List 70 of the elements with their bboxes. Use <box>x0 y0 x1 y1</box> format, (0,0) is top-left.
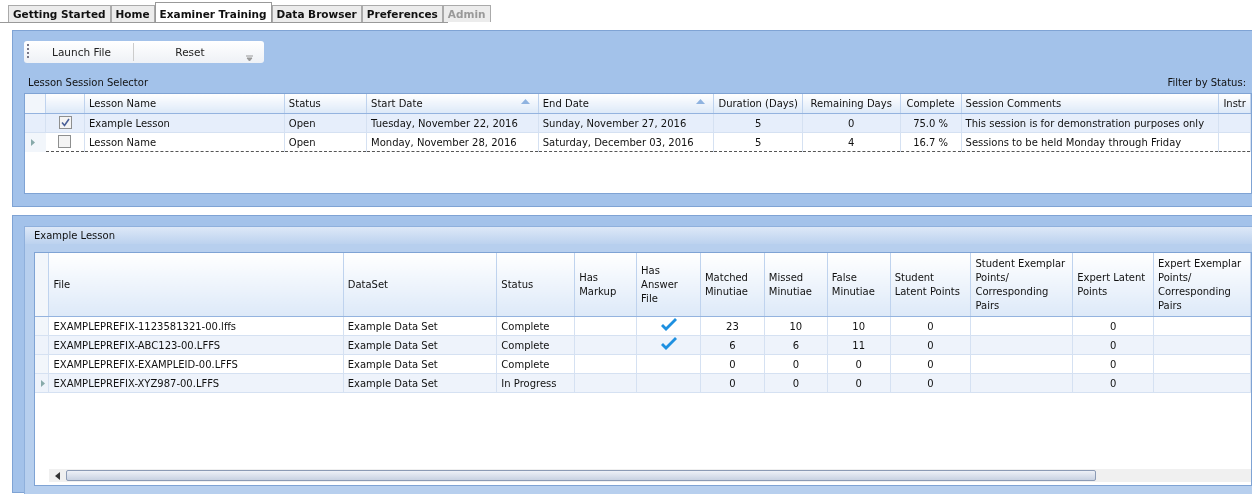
section-title: Lesson Session Selector <box>28 77 148 89</box>
table-cell: 10 <box>852 320 866 332</box>
table-cell: 0 <box>927 320 934 332</box>
current-row-icon <box>41 379 45 387</box>
table-cell: 0 <box>792 377 799 389</box>
table-cell: 6 <box>729 339 736 351</box>
table-cell: Complete <box>501 339 550 351</box>
table-cell: 0 <box>1109 377 1117 389</box>
checkbox[interactable] <box>58 134 72 148</box>
table-cell: Example Data Set <box>347 377 438 389</box>
table-cell: Lesson Name <box>88 136 157 148</box>
table-cell: Tuesday, November 22, 2016 <box>371 117 518 129</box>
toolbar-button[interactable]: Reset <box>134 43 246 61</box>
table-cell: 16.7 % <box>913 136 949 148</box>
overflow-icon[interactable] <box>246 55 253 61</box>
table-cell: 4 <box>848 136 855 148</box>
table-cell: EXAMPLEPREFIX-ABC123-00.LFFS <box>53 339 221 351</box>
table-cell: Example Data Set <box>347 339 438 351</box>
table-cell: 0 <box>792 358 799 370</box>
grip-icon <box>27 44 30 60</box>
table-cell: Complete <box>501 320 550 332</box>
table-cell: 0 <box>855 358 862 370</box>
table-cell: Monday, November 28, 2016 <box>371 136 517 148</box>
table-cell: Open <box>288 117 316 129</box>
table-cell: 0 <box>927 377 934 389</box>
table-cell: Example Data Set <box>347 320 438 332</box>
table-cell: 0 <box>1109 339 1117 351</box>
table-cell: EXAMPLEPREFIX-1123581321-00.lffs <box>53 320 236 332</box>
table-cell: Open <box>288 136 316 148</box>
filter-label: Filter by Status: <box>1167 77 1246 89</box>
tab[interactable]: Preferences <box>361 5 443 22</box>
table-cell: Saturday, December 03, 2016 <box>542 136 694 148</box>
tab[interactable]: Getting Started <box>8 5 111 22</box>
table-cell: 0 <box>855 377 862 389</box>
table-cell: 10 <box>789 320 803 332</box>
current-row-icon <box>31 138 35 146</box>
table-cell: 23 <box>726 320 739 332</box>
table-cell: This session is for demonstration purposes only <box>965 117 1205 129</box>
table-cell: Sessions to be held Monday through Friday <box>965 136 1182 148</box>
scrollbar-thumb[interactable] <box>66 470 1096 481</box>
table-cell: 0 <box>1109 358 1117 370</box>
table-cell: 5 <box>754 136 762 148</box>
table-cell: 0 <box>729 377 736 389</box>
table-cell: 0 <box>848 117 855 129</box>
tab[interactable]: Examiner Training <box>154 2 272 22</box>
table-cell: Sunday, November 27, 2016 <box>542 117 687 129</box>
table-cell: 0 <box>927 339 934 351</box>
table-cell: 0 <box>729 358 736 370</box>
table-cell: Complete <box>501 358 550 370</box>
tab[interactable]: Home <box>110 5 155 22</box>
sort-arrow-icon <box>520 99 530 104</box>
horizontal-scrollbar[interactable] <box>49 469 1251 482</box>
table-cell: 6 <box>792 339 799 351</box>
table-cell: 75.0 % <box>913 117 949 129</box>
table-cell: 5 <box>754 117 762 129</box>
checkbox[interactable] <box>58 115 72 129</box>
toolbar-button[interactable]: Launch File <box>30 43 134 61</box>
group-title: Example Lesson <box>34 230 115 241</box>
table-cell: 11 <box>852 339 866 351</box>
table-cell: Example Lesson <box>88 117 170 129</box>
checkmark-icon <box>659 337 678 351</box>
scroll-left-icon[interactable] <box>55 471 60 480</box>
table-cell: 0 <box>927 358 934 370</box>
table-cell: EXAMPLEPREFIX-EXAMPLEID-00.LFFS <box>53 358 238 370</box>
tab[interactable]: Data Browser <box>271 5 362 22</box>
table-cell: Example Data Set <box>347 358 438 370</box>
table-cell: In Progress <box>501 377 557 389</box>
sort-arrow-icon <box>696 99 706 104</box>
table-cell: EXAMPLEPREFIX-XYZ987-00.LFFS <box>53 377 220 389</box>
table-cell: 0 <box>1109 320 1117 332</box>
